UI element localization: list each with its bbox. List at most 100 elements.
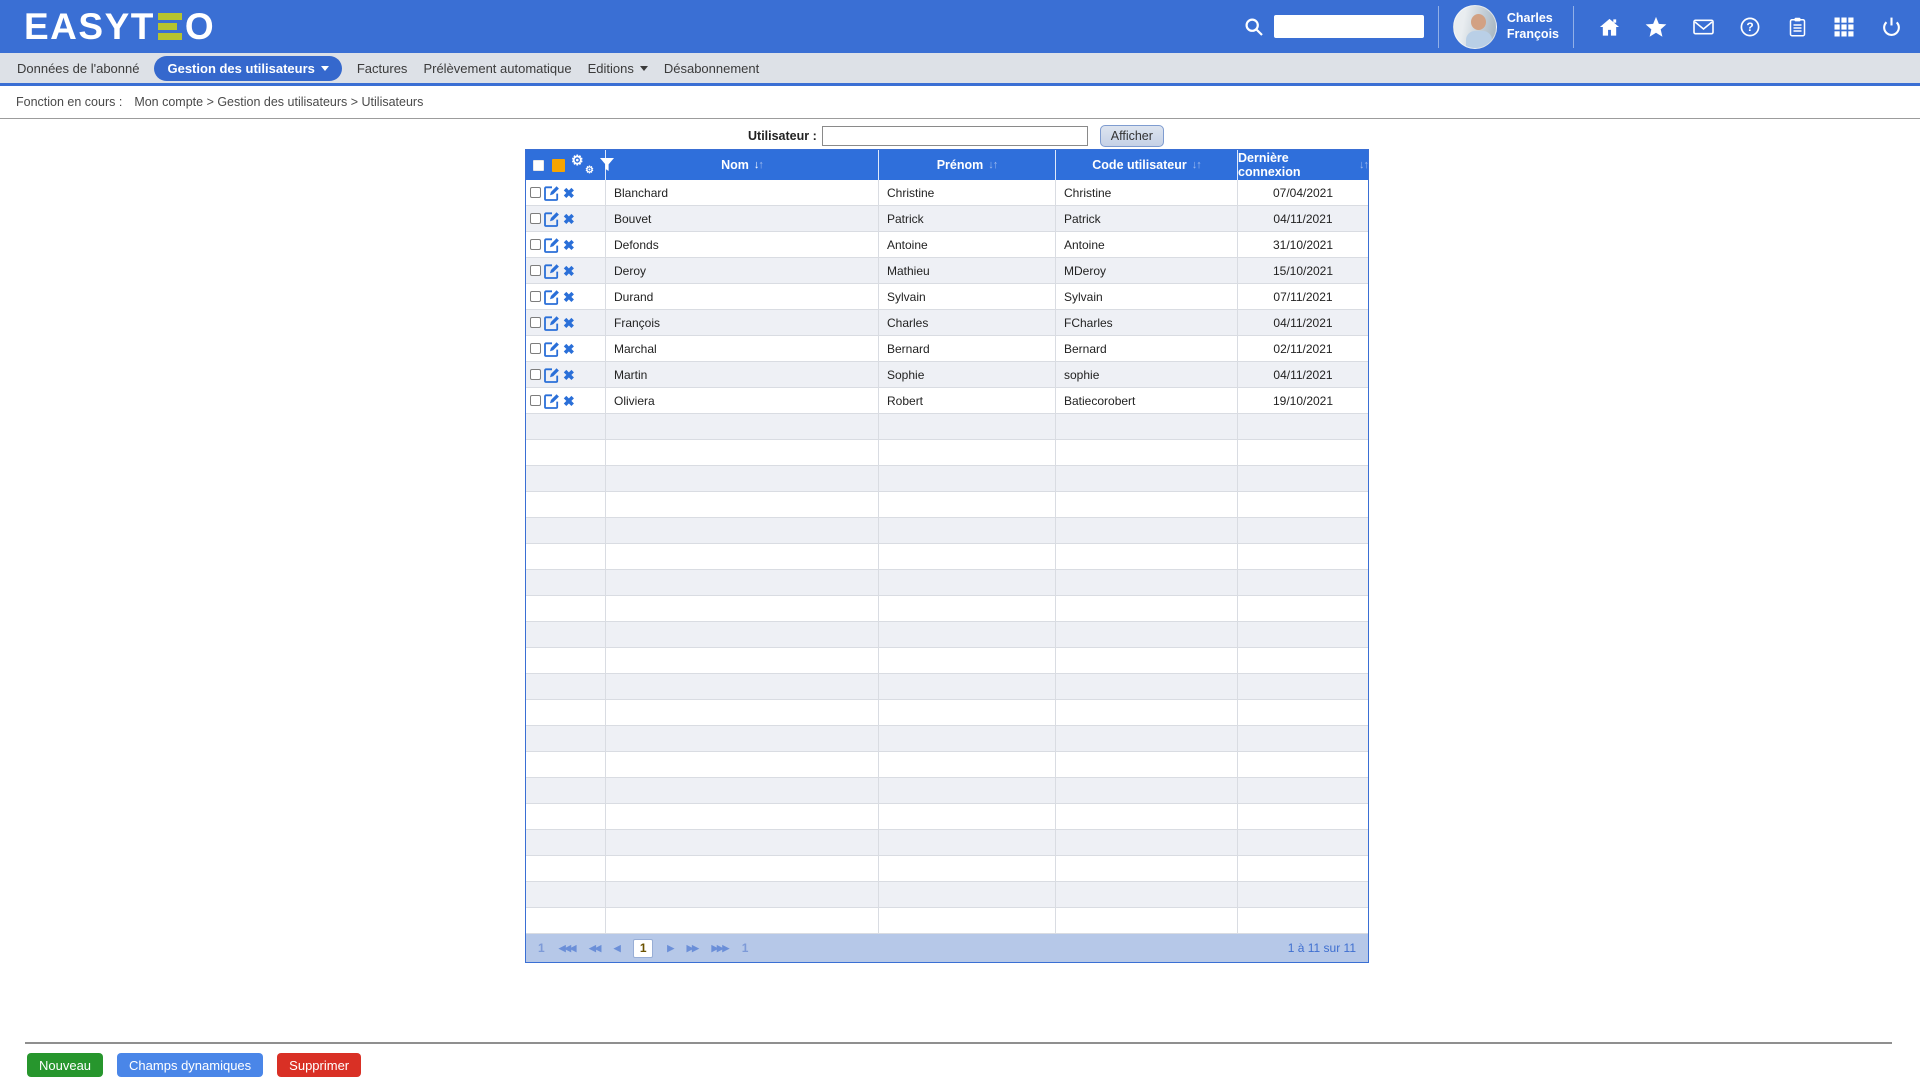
show-button[interactable]: Afficher — [1099, 125, 1164, 147]
topbar: EASYT O Charles François ? — [0, 0, 1920, 53]
row-actions — [526, 778, 606, 804]
app-logo[interactable]: EASYT O — [24, 6, 215, 48]
nav-item-gestion-des-utilisateurs[interactable]: Gestion des utilisateurs — [154, 55, 342, 81]
pagination-last-page[interactable]: 1 — [742, 941, 749, 955]
cell-empty — [879, 908, 1056, 934]
row-checkbox[interactable] — [530, 187, 541, 198]
cell-date: 02/11/2021 — [1238, 336, 1368, 362]
delete-icon[interactable]: ✖ — [563, 264, 575, 278]
topbar-divider — [1573, 5, 1574, 48]
orange-marker[interactable] — [552, 158, 565, 172]
row-checkbox[interactable] — [530, 213, 541, 224]
cell-empty — [879, 466, 1056, 492]
user-filter-input[interactable] — [821, 126, 1088, 146]
breadcrumb: Fonction en cours : Mon compte > Gestion… — [0, 86, 1920, 119]
apps-icon[interactable] — [1833, 16, 1855, 38]
row-actions: ✖ — [526, 206, 606, 232]
row-checkbox[interactable] — [530, 317, 541, 328]
select-all-checkbox[interactable] — [533, 159, 544, 171]
nav-item-editions[interactable]: Editions — [587, 61, 649, 76]
cell-nom: Martin — [606, 362, 879, 388]
page: EASYT O Charles François ? Données de l'… — [0, 0, 1920, 1080]
row-checkbox[interactable] — [530, 265, 541, 276]
breadcrumb-path: Mon compte > Gestion des utilisateurs > … — [134, 95, 424, 109]
edit-icon[interactable] — [544, 289, 560, 305]
champs-dynamiques-button[interactable]: Champs dynamiques — [117, 1053, 264, 1077]
delete-icon[interactable]: ✖ — [563, 186, 575, 200]
topbar-search-input[interactable] — [1273, 15, 1424, 38]
cell-code: sophie — [1056, 362, 1238, 388]
cell-empty — [1056, 700, 1238, 726]
mail-icon[interactable] — [1692, 16, 1714, 38]
supprimer-button[interactable]: Supprimer — [277, 1053, 362, 1077]
nav-item-desabonnement[interactable]: Désabonnement — [663, 61, 760, 76]
row-checkbox[interactable] — [530, 395, 541, 406]
search-icon[interactable] — [1244, 17, 1264, 37]
table-row: ✖ Durand Sylvain Sylvain 07/11/2021 — [526, 284, 1368, 310]
column-header-prenom[interactable]: Prénom ↓↑ — [879, 150, 1056, 180]
cell-empty — [1238, 778, 1368, 804]
row-actions — [526, 440, 606, 466]
row-checkbox[interactable] — [530, 369, 541, 380]
star-icon[interactable] — [1645, 16, 1667, 38]
cell-empty — [606, 648, 879, 674]
row-actions — [526, 570, 606, 596]
pagination-fast-next-icon[interactable]: ▶▶ — [687, 943, 699, 954]
home-icon[interactable] — [1598, 16, 1620, 38]
row-checkbox[interactable] — [530, 239, 541, 250]
cell-empty — [606, 752, 879, 778]
row-checkbox[interactable] — [530, 343, 541, 354]
column-header-derniere-connexion[interactable]: Dernière connexion ↓↑ — [1238, 150, 1369, 180]
cell-code: Bernard — [1056, 336, 1238, 362]
topbar-right: Charles François ? — [1244, 4, 1906, 49]
cell-empty — [879, 622, 1056, 648]
delete-icon[interactable]: ✖ — [563, 316, 575, 330]
pagination-next-icon[interactable]: ▶ — [667, 943, 674, 954]
delete-icon[interactable]: ✖ — [563, 368, 575, 382]
notes-icon[interactable] — [1786, 16, 1808, 38]
cell-empty — [606, 804, 879, 830]
delete-icon[interactable]: ✖ — [563, 342, 575, 356]
nav-item-donnees-de-l-abonne[interactable]: Données de l'abonné — [16, 61, 140, 76]
cell-empty — [1238, 518, 1368, 544]
cell-empty — [1238, 908, 1368, 934]
delete-icon[interactable]: ✖ — [563, 212, 575, 226]
cell-empty — [1056, 674, 1238, 700]
delete-icon[interactable]: ✖ — [563, 238, 575, 252]
table-row: ✖ Defonds Antoine Antoine 31/10/2021 — [526, 232, 1368, 258]
column-header-label: Dernière connexion — [1238, 151, 1301, 179]
table-row: ✖ Bouvet Patrick Patrick 04/11/2021 — [526, 206, 1368, 232]
avatar[interactable] — [1452, 4, 1497, 49]
cell-empty — [879, 674, 1056, 700]
power-icon[interactable] — [1880, 16, 1902, 38]
pagination-prev-icon[interactable]: ◀ — [614, 943, 621, 954]
pagination-rewind-icon[interactable]: ◀◀◀ — [559, 943, 577, 954]
edit-icon[interactable] — [544, 263, 560, 279]
delete-icon[interactable]: ✖ — [563, 290, 575, 304]
row-actions: ✖ — [526, 232, 606, 258]
help-icon[interactable]: ? — [1739, 16, 1761, 38]
column-header-code-utilisateur[interactable]: Code utilisateur ↓↑ — [1056, 150, 1238, 180]
delete-icon[interactable]: ✖ — [563, 394, 575, 408]
edit-icon[interactable] — [544, 185, 560, 201]
user-name[interactable]: Charles François — [1507, 11, 1559, 42]
pagination-current-page[interactable]: 1 — [633, 938, 654, 958]
edit-icon[interactable] — [544, 393, 560, 409]
edit-icon[interactable] — [544, 315, 560, 331]
edit-icon[interactable] — [544, 341, 560, 357]
pagination-forward-icon[interactable]: ▶▶▶ — [711, 943, 729, 954]
edit-icon[interactable] — [544, 367, 560, 383]
pagination-first-page[interactable]: 1 — [538, 941, 545, 955]
nav-item-factures[interactable]: Factures — [356, 61, 409, 76]
column-header-label: Nom — [721, 158, 749, 172]
edit-icon[interactable] — [544, 237, 560, 253]
settings-gears-icon[interactable]: ⚙ ⚙ — [571, 153, 594, 176]
table-body: ✖ Blanchard Christine Christine 07/04/2021 ✖ B… — [526, 180, 1368, 934]
pagination-fast-prev-icon[interactable]: ◀◀ — [589, 943, 601, 954]
nouveau-button[interactable]: Nouveau — [27, 1053, 104, 1077]
edit-icon[interactable] — [544, 211, 560, 227]
row-checkbox[interactable] — [530, 291, 541, 302]
row-actions: ✖ — [526, 284, 606, 310]
column-header-nom[interactable]: Nom ↓↑ — [606, 150, 879, 180]
nav-item-prelevement-automatique[interactable]: Prélèvement automatique — [422, 61, 572, 76]
